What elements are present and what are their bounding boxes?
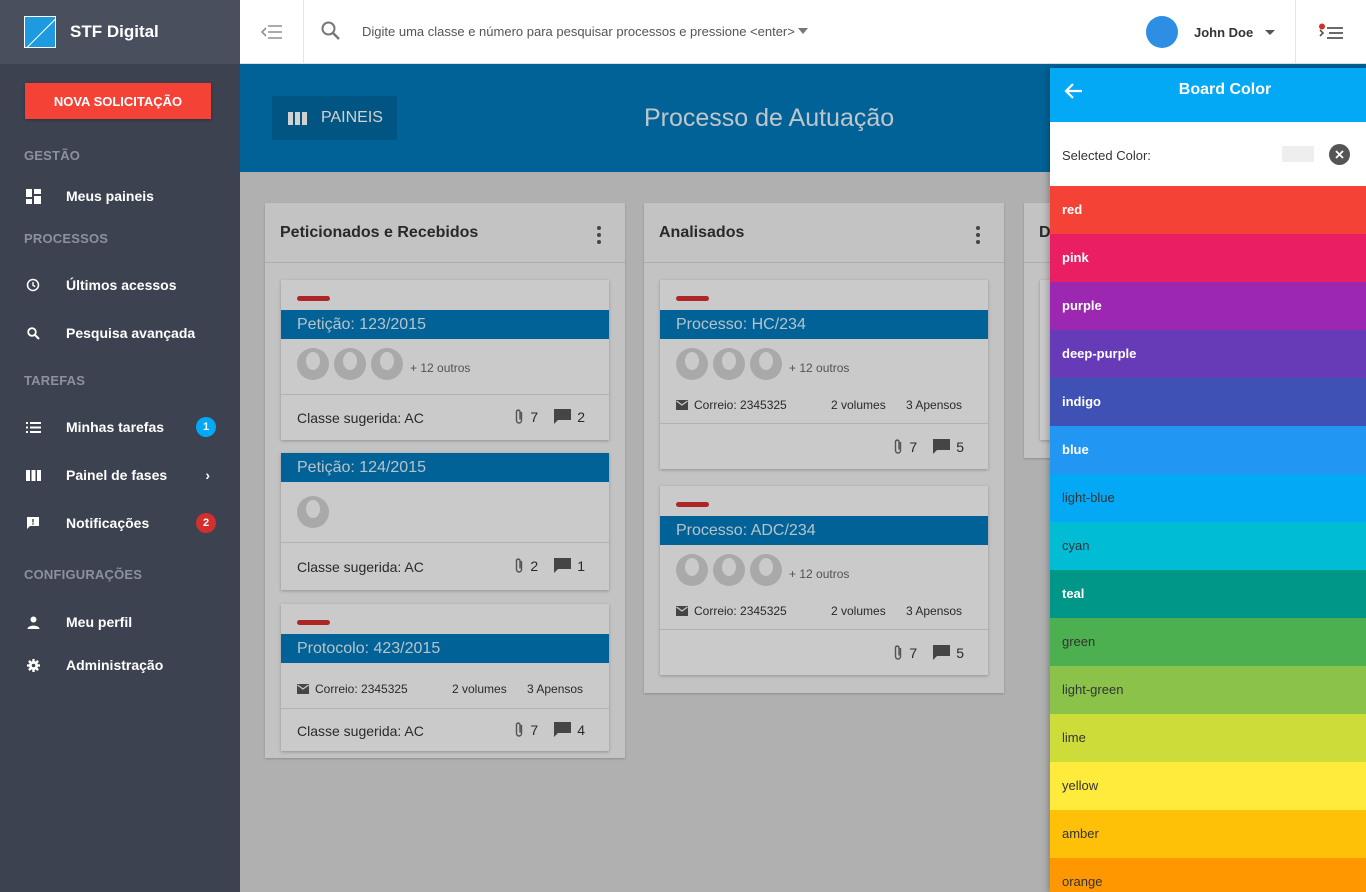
top-bar: Digite uma classe e número para pesquisa… <box>240 0 1366 64</box>
panel-title: Board Color <box>1178 81 1272 98</box>
board-color-panel: Board Color Selected Color: red pink purpl… <box>1050 68 1366 892</box>
sidebar-item-label: Pesquisa avançada <box>66 325 196 341</box>
sidebar-item-label: Meus paineis <box>66 188 154 204</box>
new-request-button[interactable]: NOVA SOLICITAÇÃO <box>25 83 211 119</box>
feedback-icon <box>24 514 42 532</box>
color-list: red pink purple deep-purple indigo blue light-… <box>1050 186 1366 892</box>
section-gestao: GESTÃO <box>24 148 81 163</box>
color-option-light-green[interactable]: light-green <box>1050 666 1366 714</box>
search-dropdown-caret-icon[interactable] <box>798 28 808 34</box>
section-tarefas: TAREFAS <box>24 373 86 388</box>
notifications-count-badge: 2 <box>196 513 216 533</box>
color-option-red[interactable]: red <box>1050 186 1366 234</box>
color-option-purple[interactable]: purple <box>1050 282 1366 330</box>
clear-icon[interactable] <box>1329 144 1350 165</box>
search-input[interactable]: Digite uma classe e número para pesquisa… <box>362 24 795 39</box>
back-arrow-icon[interactable] <box>1064 82 1084 105</box>
history-icon <box>24 276 42 294</box>
section-processos: PROCESSOS <box>24 231 109 246</box>
brand[interactable]: STF Digital <box>0 0 240 64</box>
sidebar-item-label: Painel de fases <box>66 467 168 483</box>
sidebar-item-pesquisa-avancada[interactable]: Pesquisa avançada <box>0 313 240 353</box>
sidebar: STF Digital NOVA SOLICITAÇÃO GESTÃO Meus… <box>0 0 240 892</box>
menu-collapse-icon <box>260 25 282 39</box>
selected-color-swatch <box>1282 146 1314 162</box>
user-menu-caret-icon[interactable] <box>1265 30 1275 35</box>
color-option-deep-purple[interactable]: deep-purple <box>1050 330 1366 378</box>
logo-icon <box>24 16 56 48</box>
search-icon[interactable] <box>320 20 342 47</box>
sidebar-item-label: Minhas tarefas <box>66 419 165 435</box>
color-option-lime[interactable]: lime <box>1050 714 1366 762</box>
sidebar-item-minhas-tarefas[interactable]: Minhas tarefas 1 <box>0 407 240 447</box>
color-option-yellow[interactable]: yellow <box>1050 762 1366 810</box>
menu-collapse-button[interactable] <box>240 0 304 64</box>
color-option-blue[interactable]: blue <box>1050 426 1366 474</box>
color-option-light-blue[interactable]: light-blue <box>1050 474 1366 522</box>
section-configuracoes: CONFIGURAÇÕES <box>24 567 143 582</box>
tasks-count-badge: 1 <box>196 417 216 437</box>
sidebar-item-painel-de-fases[interactable]: Painel de fases › <box>0 455 240 495</box>
color-option-teal[interactable]: teal <box>1050 570 1366 618</box>
color-option-orange[interactable]: orange <box>1050 858 1366 892</box>
color-option-indigo[interactable]: indigo <box>1050 378 1366 426</box>
search-icon <box>24 324 42 342</box>
selected-color-label: Selected Color: <box>1062 148 1151 163</box>
sidebar-item-administracao[interactable]: Administração <box>0 645 240 685</box>
user-name[interactable]: John Doe <box>1194 25 1253 40</box>
sidebar-item-meu-perfil[interactable]: Meu perfil <box>0 602 240 642</box>
sidebar-item-label: Notificações <box>66 515 150 531</box>
notifications-list-icon <box>1319 23 1343 39</box>
color-option-cyan[interactable]: cyan <box>1050 522 1366 570</box>
sidebar-item-notificacoes[interactable]: Notificações 2 <box>0 503 240 543</box>
panel-header: Board Color <box>1050 68 1366 122</box>
selected-color-row: Selected Color: <box>1050 122 1366 186</box>
list-icon <box>24 418 42 436</box>
sidebar-item-label: Meu perfil <box>66 614 133 630</box>
color-option-pink[interactable]: pink <box>1050 234 1366 282</box>
chevron-right-icon: › <box>205 467 210 483</box>
columns-icon <box>24 466 42 484</box>
gear-icon <box>24 656 42 674</box>
sidebar-item-label: Últimos acessos <box>66 277 177 293</box>
dashboard-icon <box>24 187 42 205</box>
sidebar-item-meus-paineis[interactable]: Meus paineis <box>0 176 240 216</box>
avatar[interactable] <box>1146 16 1178 48</box>
notifications-button[interactable] <box>1295 0 1366 64</box>
person-icon <box>24 613 42 631</box>
color-option-green[interactable]: green <box>1050 618 1366 666</box>
sidebar-item-ultimos-acessos[interactable]: Últimos acessos <box>0 265 240 305</box>
brand-name: STF Digital <box>70 22 159 41</box>
sidebar-item-label: Administração <box>66 657 164 673</box>
color-option-amber[interactable]: amber <box>1050 810 1366 858</box>
